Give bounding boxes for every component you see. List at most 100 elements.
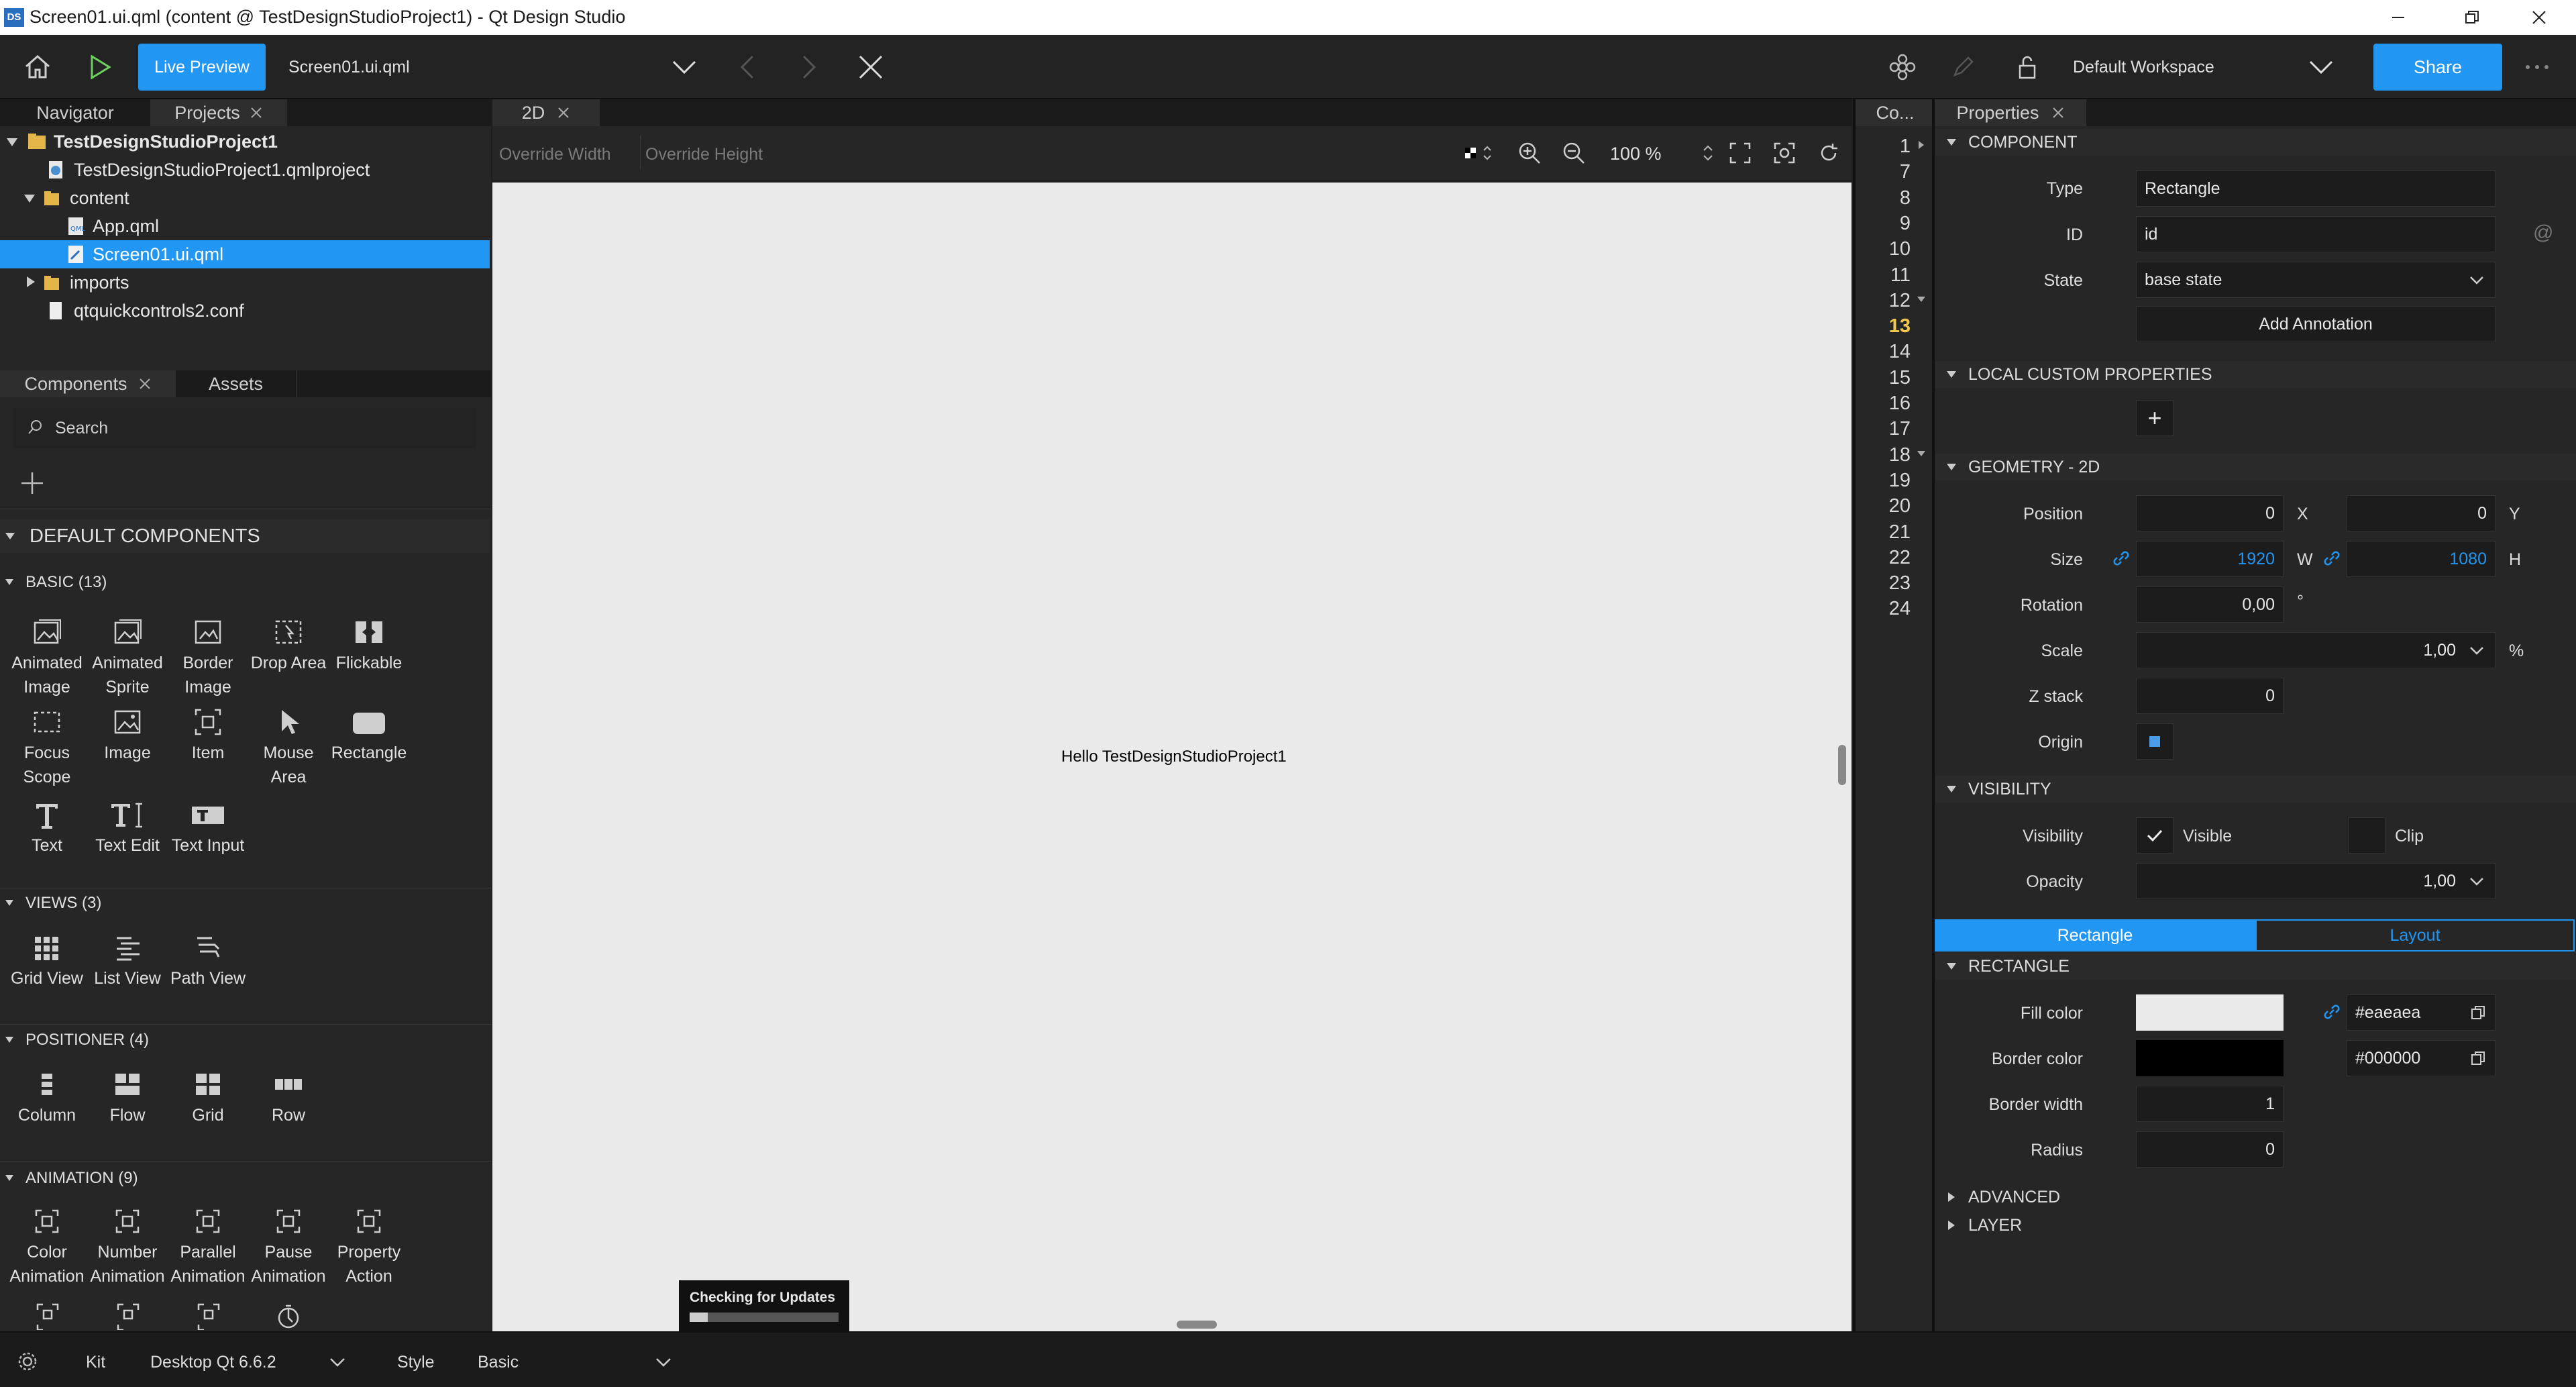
- component-parallel-animation[interactable]: Parallel Animation: [168, 1202, 248, 1288]
- open-document-selector[interactable]: Screen01.ui.qml: [288, 58, 410, 77]
- more-options-button[interactable]: [2520, 50, 2555, 85]
- component-property-action[interactable]: Property Action: [329, 1202, 409, 1288]
- fold-arrow[interactable]: [1916, 140, 1927, 150]
- add-property-button[interactable]: +: [2136, 400, 2174, 436]
- override-height-input[interactable]: Override Height: [640, 145, 763, 164]
- component-rectangle[interactable]: Rectangle: [329, 703, 409, 765]
- lock-workspace-button[interactable]: [2010, 50, 2045, 85]
- zoom-selection-button[interactable]: [1772, 141, 1796, 165]
- tree-item-screen01[interactable]: Screen01.ui.qml: [0, 240, 490, 268]
- component-item[interactable]: Item: [168, 703, 248, 765]
- tab-assets[interactable]: Assets: [176, 370, 297, 397]
- type-field[interactable]: Rectangle: [2136, 170, 2496, 207]
- component-flickable[interactable]: Flickable: [329, 613, 409, 675]
- zoom-in-button[interactable]: [1517, 141, 1542, 165]
- rotation-field[interactable]: 0,00: [2136, 586, 2284, 623]
- run-button[interactable]: [82, 50, 117, 85]
- edit-annotations-button[interactable]: [1945, 50, 1980, 85]
- kit-dropdown-button[interactable]: [327, 1351, 347, 1372]
- component-grid-view[interactable]: Grid View: [7, 929, 87, 990]
- component-focus-scope[interactable]: Focus Scope: [7, 703, 87, 789]
- clip-checkbox[interactable]: [2348, 817, 2385, 854]
- tree-item-imports-folder[interactable]: imports: [0, 268, 490, 297]
- tree-item-project[interactable]: TestDesignStudioProject1: [0, 127, 490, 156]
- default-components-header[interactable]: DEFAULT COMPONENTS: [0, 519, 490, 553]
- add-annotation-button[interactable]: Add Annotation: [2136, 306, 2496, 342]
- component-animated-sprite[interactable]: Animated Sprite: [87, 613, 168, 699]
- tree-item-app-qml[interactable]: QML App.qml: [0, 212, 490, 240]
- component-library-button[interactable]: [1885, 50, 1920, 85]
- component-column[interactable]: Column: [7, 1066, 87, 1127]
- zoom-out-button[interactable]: [1562, 141, 1586, 165]
- component-flow[interactable]: Flow: [87, 1066, 168, 1127]
- canvas-text[interactable]: Hello TestDesignStudioProject1: [1061, 748, 1287, 766]
- alias-export-button[interactable]: @: [2533, 221, 2553, 244]
- link-fill-color-button[interactable]: [2322, 1003, 2341, 1021]
- horizontal-scrollbar[interactable]: [1177, 1321, 1217, 1329]
- tab-navigator[interactable]: Navigator: [0, 99, 150, 126]
- component-color-animation[interactable]: Color Animation: [7, 1202, 87, 1288]
- component-section-header[interactable]: COMPONENT: [1935, 129, 2576, 156]
- width-field[interactable]: 1920: [2136, 541, 2284, 577]
- component-text-input[interactable]: Text Input: [168, 796, 248, 858]
- height-field[interactable]: 1080: [2347, 541, 2496, 577]
- vertical-scrollbar[interactable]: [1838, 745, 1846, 785]
- tab-properties[interactable]: Properties: [1935, 99, 2086, 126]
- zoom-fit-button[interactable]: [1728, 141, 1752, 165]
- tab-projects[interactable]: Projects: [150, 99, 287, 126]
- workspace-dropdown-button[interactable]: [2304, 50, 2339, 85]
- component-mouse-area[interactable]: Mouse Area: [248, 703, 329, 789]
- background-color-button[interactable]: [1461, 141, 1503, 165]
- go-back-button[interactable]: [731, 50, 766, 85]
- fold-arrow[interactable]: [1916, 294, 1927, 305]
- scale-field[interactable]: 1,00: [2136, 632, 2496, 668]
- advanced-section-header[interactable]: ADVANCED: [1935, 1184, 2576, 1211]
- component-grid[interactable]: Grid: [168, 1066, 248, 1127]
- component-text-edit[interactable]: Text Edit: [87, 796, 168, 858]
- share-button[interactable]: Share: [2373, 44, 2502, 91]
- component-path-view[interactable]: Path View: [168, 929, 248, 990]
- local-custom-properties-header[interactable]: LOCAL CUSTOM PROPERTIES: [1935, 361, 2576, 388]
- positioner-section-header[interactable]: POSITIONER (4): [0, 1028, 490, 1052]
- visible-checkbox[interactable]: [2136, 817, 2174, 854]
- tab-rectangle-properties[interactable]: Rectangle: [1935, 919, 2255, 952]
- fill-color-hex-field[interactable]: #eaeaea: [2347, 994, 2496, 1031]
- close-document-button[interactable]: [853, 50, 888, 85]
- basic-section-header[interactable]: BASIC (13): [0, 570, 490, 595]
- position-y-field[interactable]: 0: [2347, 495, 2496, 531]
- component-image[interactable]: Image: [87, 703, 168, 765]
- tab-code[interactable]: Co...: [1856, 99, 1935, 126]
- restore-button[interactable]: [2435, 0, 2509, 35]
- fill-color-swatch[interactable]: [2136, 994, 2284, 1031]
- tree-item-conf[interactable]: qtquickcontrols2.conf: [0, 297, 490, 325]
- live-preview-button[interactable]: Live Preview: [138, 44, 266, 91]
- component-number-animation[interactable]: Number Animation: [87, 1202, 168, 1288]
- tree-item-qmlproject[interactable]: TestDesignStudioProject1.qmlproject: [0, 156, 490, 184]
- component-partial-icon[interactable]: [195, 1300, 223, 1330]
- minimize-button[interactable]: [2361, 0, 2435, 35]
- fold-arrow[interactable]: [1916, 448, 1927, 459]
- design-canvas[interactable]: Hello TestDesignStudioProject1 Checking …: [492, 183, 1851, 1331]
- views-section-header[interactable]: VIEWS (3): [0, 891, 490, 915]
- layer-section-header[interactable]: LAYER: [1935, 1212, 2576, 1239]
- tab-2d[interactable]: 2D: [492, 99, 600, 126]
- component-animated-image[interactable]: Animated Image: [7, 613, 87, 699]
- visibility-section-header[interactable]: VISIBILITY: [1935, 776, 2576, 803]
- reset-view-button[interactable]: [1817, 141, 1841, 165]
- z-stack-field[interactable]: 0: [2136, 678, 2284, 714]
- rectangle-section-header[interactable]: RECTANGLE: [1935, 953, 2576, 980]
- tab-layout-properties[interactable]: Layout: [2255, 919, 2575, 952]
- state-select[interactable]: base state: [2136, 262, 2496, 298]
- style-dropdown-button[interactable]: [653, 1351, 674, 1372]
- position-x-field[interactable]: 0: [2136, 495, 2284, 531]
- opacity-field[interactable]: 1,00: [2136, 863, 2496, 899]
- go-forward-button[interactable]: [790, 50, 825, 85]
- link-width-button[interactable]: [2112, 549, 2131, 568]
- tree-item-content-folder[interactable]: content: [0, 184, 490, 212]
- component-partial-icon[interactable]: [274, 1300, 303, 1330]
- border-color-hex-field[interactable]: #000000: [2347, 1040, 2496, 1076]
- home-button[interactable]: [20, 50, 55, 85]
- override-width-input[interactable]: Override Width: [499, 145, 611, 164]
- animation-section-header[interactable]: ANIMATION (9): [0, 1166, 490, 1190]
- component-pause-animation[interactable]: Pause Animation: [248, 1202, 329, 1288]
